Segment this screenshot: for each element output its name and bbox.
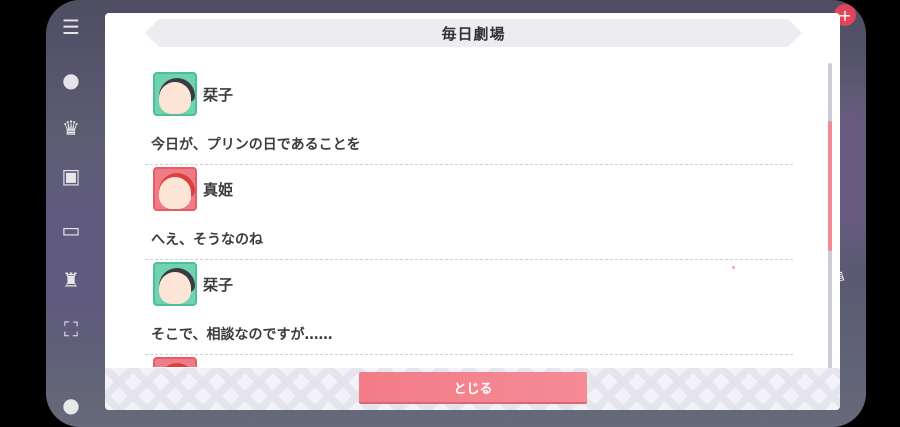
dialog-title: 毎日劇場: [441, 24, 506, 43]
dialogue-list[interactable]: 栞子 今日が、プリンの日であることを 真姫 へえ、そうなのね 栞子 そこで、相談…: [105, 57, 840, 367]
speaker: [153, 357, 197, 367]
avatar-face: [159, 272, 191, 304]
divider: [145, 259, 793, 260]
speaker: 真姫: [153, 167, 233, 211]
avatar-shioriko: [153, 72, 197, 116]
avatar-hair: [159, 363, 195, 367]
menu-icon[interactable]: ☰: [52, 10, 90, 44]
scrollbar-thumb[interactable]: [828, 121, 832, 251]
avatar-maki: [153, 357, 197, 367]
divider: [145, 354, 793, 355]
chat-icon[interactable]: ●: [52, 63, 90, 97]
expand-icon[interactable]: ⛶: [52, 312, 90, 346]
trophy-icon[interactable]: ♜: [52, 263, 90, 297]
avatar-face: [159, 177, 191, 209]
dialogue-line: そこで、相談なのですが……: [151, 327, 333, 343]
close-button[interactable]: とじる: [359, 372, 587, 402]
gift-icon[interactable]: ▣: [52, 159, 90, 193]
speaker: 栞子: [153, 72, 233, 116]
dialog-title-bar: 毎日劇場: [145, 19, 802, 47]
daily-theater-dialog: 毎日劇場 栞子 今日が、プリンの日であることを 真姫 へえ、そうなのね 栞子 そ…: [105, 13, 840, 410]
profile-icon[interactable]: ●: [52, 388, 90, 422]
left-rail: ☰ ● ♛ ▣ ▭ ♜ ⛶ ●: [52, 8, 90, 427]
speaker-name: 栞子: [203, 275, 234, 294]
speaker: 栞子: [153, 262, 233, 306]
avatar-maki: [153, 167, 197, 211]
divider: [145, 164, 793, 165]
speaker-name: 真姫: [203, 180, 234, 199]
screen-icon[interactable]: ▭: [52, 213, 90, 247]
crown-icon[interactable]: ♛: [52, 111, 90, 145]
avatar-shioriko: [153, 262, 197, 306]
avatar-face: [159, 82, 191, 114]
dialogue-line: 今日が、プリンの日であることを: [151, 137, 361, 153]
sparkle-dot: [732, 266, 735, 269]
speaker-name: 栞子: [203, 85, 234, 104]
scrollbar-track[interactable]: [828, 63, 832, 369]
dialog-footer: とじる: [105, 368, 840, 410]
dialogue-line: へえ、そうなのね: [151, 232, 263, 248]
